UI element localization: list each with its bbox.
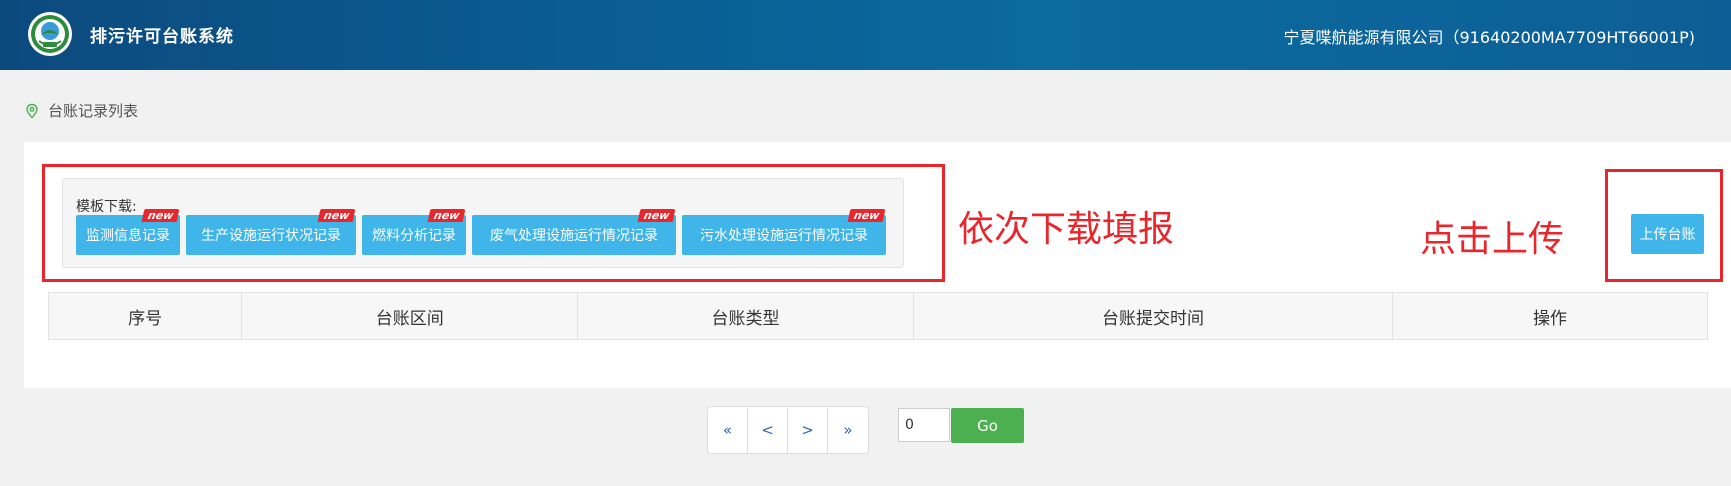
column-header-actions: 操作 [1392, 292, 1708, 340]
upload-ledger-button[interactable]: 上传台账 [1631, 214, 1704, 254]
column-header-type: 台账类型 [577, 292, 914, 340]
breadcrumb-label: 台账记录列表 [48, 102, 139, 120]
location-pin-icon [26, 103, 38, 118]
app-title: 排污许可台账系统 [90, 27, 234, 47]
download-annotation-text: 依次下载填报 [958, 209, 1175, 250]
company-name: 宁夏喋航能源有限公司（91640200MA7709HT66001P) [1283, 28, 1695, 47]
top-header: 排污许可台账系统 宁夏喋航能源有限公司（91640200MA7709HT6600… [0, 0, 1731, 70]
first-page-button[interactable]: « [708, 407, 748, 453]
column-header-period: 台账区间 [241, 292, 579, 340]
ledger-table: 序号 台账区间 台账类型 台账提交时间 操作 [47, 292, 1708, 340]
mee-logo-icon [28, 12, 72, 56]
go-button[interactable]: Go [951, 408, 1024, 443]
table-header-row: 序号 台账区间 台账类型 台账提交时间 操作 [47, 292, 1708, 340]
breadcrumb: 台账记录列表 [24, 100, 138, 121]
column-header-submit-time: 台账提交时间 [912, 292, 1394, 340]
pagination: « < > » [707, 406, 869, 454]
next-page-button[interactable]: > [788, 407, 828, 453]
column-header-index: 序号 [47, 292, 243, 340]
page-number-input[interactable] [898, 408, 950, 442]
prev-page-button[interactable]: < [748, 407, 788, 453]
download-annotation-box [42, 164, 945, 282]
upload-annotation-text: 点击上传 [1420, 219, 1565, 260]
last-page-button[interactable]: » [828, 407, 868, 453]
